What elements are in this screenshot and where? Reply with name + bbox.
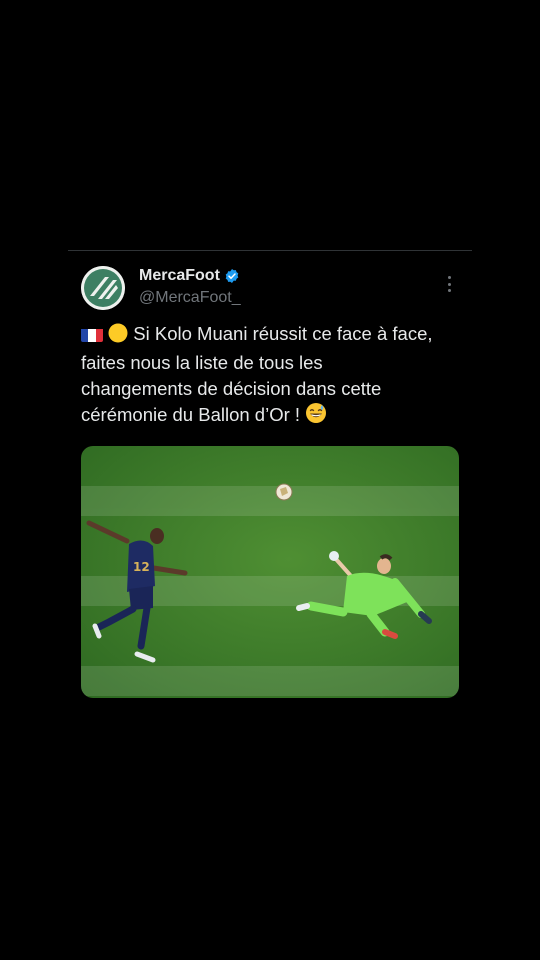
display-name[interactable]: MercaFoot — [139, 266, 220, 286]
tweet-photo[interactable]: 12 — [81, 446, 459, 698]
user-handle[interactable]: @MercaFoot_ — [139, 288, 241, 308]
user-info[interactable]: MercaFoot @MercaFoot_ — [139, 266, 241, 308]
svg-text:12: 12 — [133, 560, 150, 574]
france-flag-emoji — [81, 326, 103, 342]
tweet-text: Si Kolo Muani réussit ce face à face, fa… — [81, 321, 437, 431]
top-divider — [68, 250, 472, 251]
grinning-sweat-emoji — [305, 402, 327, 431]
more-options-icon[interactable] — [443, 276, 455, 292]
football-match-photo: 12 — [81, 446, 459, 698]
verified-badge-icon — [224, 268, 240, 284]
mercafoot-logo-icon — [81, 266, 125, 310]
yellow-circle-emoji — [108, 323, 128, 350]
avatar[interactable] — [81, 266, 125, 310]
tweet-body: Si Kolo Muani réussit ce face à face, fa… — [81, 323, 433, 425]
